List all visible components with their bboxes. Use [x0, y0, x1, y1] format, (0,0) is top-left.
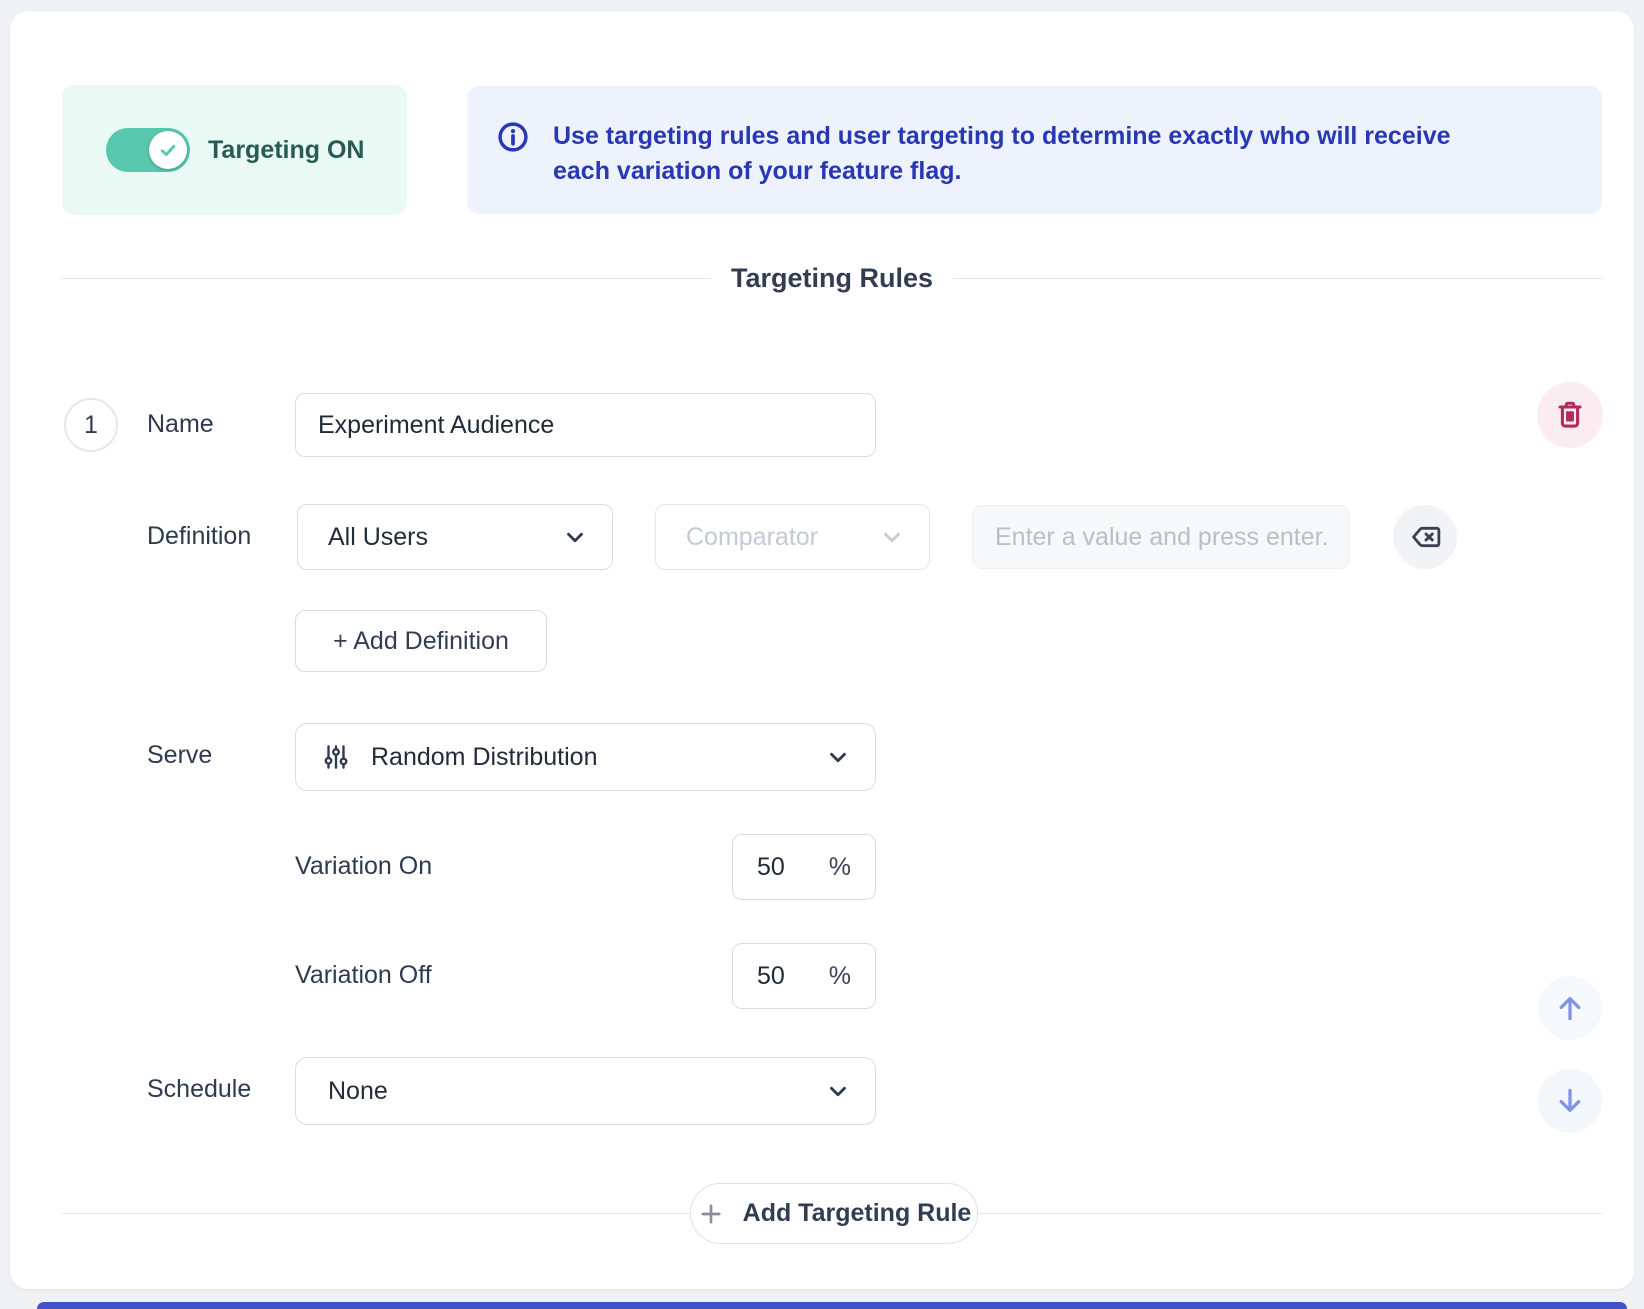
variation-on-label: Variation On: [295, 852, 432, 881]
check-icon: [158, 140, 178, 160]
definition-label: Definition: [147, 522, 251, 551]
targeting-status-panel: Targeting ON: [62, 85, 407, 215]
add-targeting-rule-label: Add Targeting Rule: [743, 1199, 972, 1228]
info-banner-text: Use targeting rules and user targeting t…: [553, 119, 1493, 189]
toggle-knob: [149, 131, 187, 169]
clear-values-button[interactable]: [1393, 505, 1457, 569]
backspace-icon: [1409, 521, 1441, 553]
sliders-icon: [321, 742, 351, 772]
delete-rule-button[interactable]: [1537, 382, 1603, 448]
comparator-placeholder: Comparator: [686, 523, 818, 552]
targeting-toggle-label: Targeting ON: [208, 136, 364, 165]
serve-value: Random Distribution: [371, 743, 598, 772]
arrow-down-icon: [1553, 1084, 1587, 1118]
serve-select[interactable]: Random Distribution: [295, 723, 876, 791]
chevron-down-icon: [562, 524, 588, 550]
chevron-down-icon: [825, 744, 851, 770]
divider-line: [62, 278, 711, 279]
chevron-down-icon: [825, 1078, 851, 1104]
divider-line: [953, 278, 1602, 279]
next-section-edge: [37, 1302, 1627, 1309]
definition-value-input[interactable]: [972, 505, 1350, 569]
section-title: Targeting Rules: [731, 263, 933, 294]
rule-name-input[interactable]: [295, 393, 876, 457]
variation-off-percentage-input[interactable]: 50 %: [732, 943, 876, 1009]
targeting-toggle[interactable]: [106, 128, 190, 172]
definition-audience-select[interactable]: All Users: [297, 504, 613, 570]
arrow-up-icon: [1553, 991, 1587, 1025]
schedule-label: Schedule: [147, 1075, 251, 1104]
schedule-select[interactable]: None: [295, 1057, 876, 1125]
move-rule-up-button[interactable]: [1538, 976, 1602, 1040]
comparator-select[interactable]: Comparator: [655, 504, 930, 570]
add-definition-button[interactable]: + Add Definition: [295, 610, 547, 672]
variation-on-value: 50: [757, 853, 785, 882]
targeting-panel: Targeting ON Use targeting rules and use…: [10, 11, 1634, 1289]
variation-on-percentage-input[interactable]: 50 %: [732, 834, 876, 900]
chevron-down-icon: [879, 524, 905, 550]
move-rule-down-button[interactable]: [1538, 1069, 1602, 1133]
definition-audience-value: All Users: [328, 523, 428, 552]
add-targeting-rule-button[interactable]: Add Targeting Rule: [690, 1183, 978, 1244]
targeting-info-banner: Use targeting rules and user targeting t…: [467, 86, 1602, 214]
trash-icon: [1554, 399, 1586, 431]
percent-sign: %: [829, 853, 851, 882]
plus-icon: [697, 1200, 725, 1228]
schedule-value: None: [328, 1077, 388, 1106]
variation-off-label: Variation Off: [295, 961, 432, 990]
name-label: Name: [147, 410, 214, 439]
variation-off-value: 50: [757, 962, 785, 991]
info-icon: [495, 119, 531, 155]
targeting-rules-heading: Targeting Rules: [62, 251, 1602, 305]
serve-label: Serve: [147, 741, 212, 770]
rule-number-badge: 1: [64, 398, 118, 452]
percent-sign: %: [829, 962, 851, 991]
